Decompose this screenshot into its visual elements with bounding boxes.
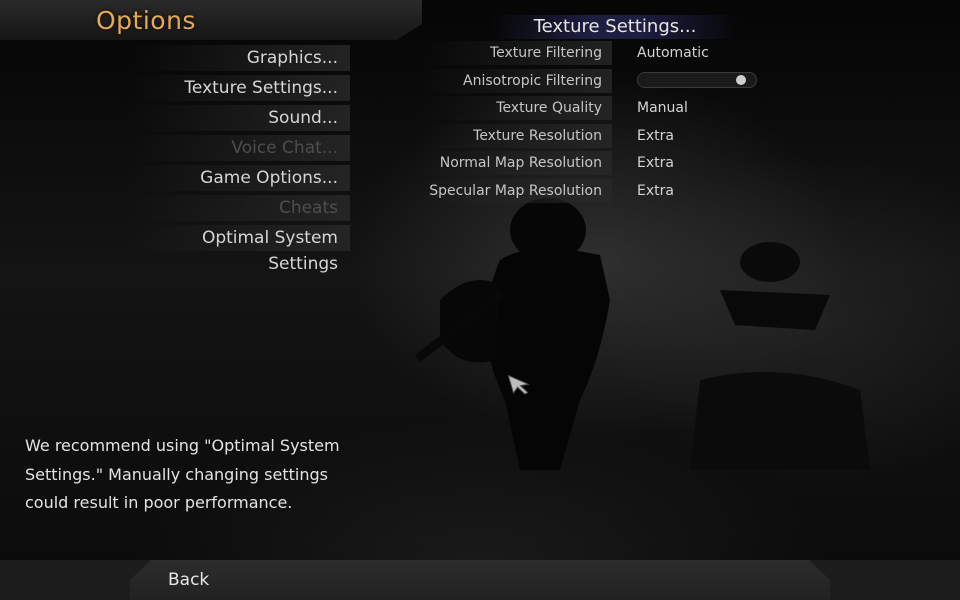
setting-label-texture-resolution: Texture Resolution (420, 124, 612, 148)
recommendation-line: could result in poor performance. (25, 493, 293, 512)
menu-item-optimal-system-settings[interactable]: Optimal System Settings (130, 225, 350, 274)
slider-thumb[interactable] (735, 75, 746, 85)
setting-value-normal-map-resolution[interactable]: Extra (637, 151, 674, 175)
setting-value-specular-map-resolution[interactable]: Extra (637, 179, 674, 203)
setting-value-texture-quality[interactable]: Manual (637, 96, 688, 120)
setting-label-texture-filtering: Texture Filtering (420, 41, 612, 65)
setting-label-specular-map-resolution: Specular Map Resolution (420, 179, 612, 203)
menu-item-texture-settings[interactable]: Texture Settings... (130, 75, 350, 101)
section-title: Texture Settings... (490, 15, 740, 39)
mouse-cursor-icon (508, 374, 530, 395)
anisotropic-filtering-slider[interactable] (637, 72, 757, 88)
header-bar (0, 0, 422, 40)
setting-value-texture-resolution[interactable]: Extra (637, 124, 674, 148)
recommendation-text: We recommend using "Optimal System Setti… (25, 432, 340, 518)
menu-item-game-options[interactable]: Game Options... (130, 165, 350, 191)
recommendation-line: Settings." Manually changing settings (25, 464, 328, 484)
setting-label-anisotropic-filtering: Anisotropic Filtering (420, 69, 612, 93)
setting-label-normal-map-resolution: Normal Map Resolution (420, 151, 612, 175)
back-button[interactable]: Back (168, 568, 209, 592)
footer-panel (130, 560, 830, 600)
page-title: Options (96, 6, 196, 35)
menu-item-graphics[interactable]: Graphics... (130, 45, 350, 71)
menu-item-voice-chat: Voice Chat... (130, 135, 350, 161)
recommendation-line: We recommend using "Optimal System (25, 436, 340, 455)
menu-item-cheats: Cheats (130, 195, 350, 221)
menu-item-sound[interactable]: Sound... (130, 105, 350, 131)
setting-value-texture-filtering[interactable]: Automatic (637, 41, 709, 65)
setting-label-texture-quality: Texture Quality (420, 96, 612, 120)
